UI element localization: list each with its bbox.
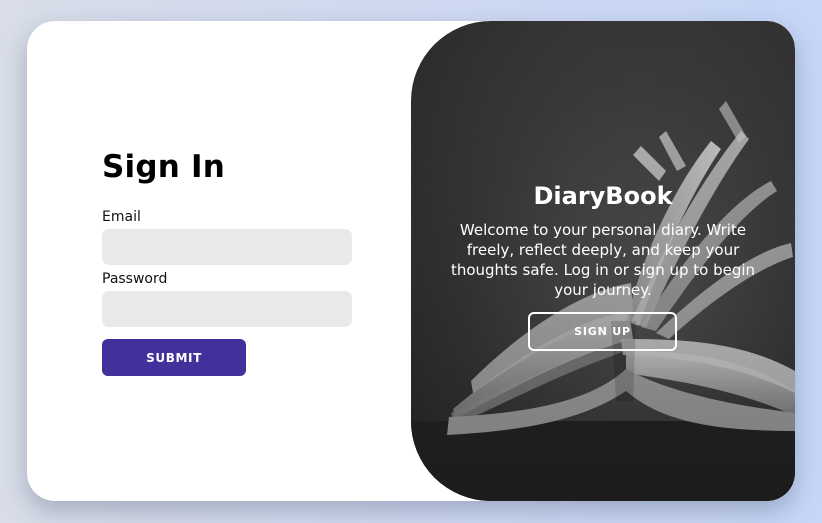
password-label: Password — [102, 271, 168, 287]
panel-content: DiaryBook Welcome to your personal diary… — [411, 21, 795, 501]
brand-title: DiaryBook — [533, 182, 673, 210]
signin-form: Sign In Email Password SUBMIT — [102, 21, 362, 501]
email-label: Email — [102, 209, 141, 225]
password-input[interactable] — [102, 291, 352, 327]
welcome-panel: DiaryBook Welcome to your personal diary… — [411, 21, 795, 501]
welcome-message: Welcome to your personal diary. Write fr… — [450, 221, 756, 299]
auth-card: Sign In Email Password SUBMIT DiaryBook … — [27, 21, 795, 501]
signin-title: Sign In — [102, 149, 226, 185]
signup-button[interactable]: SIGN UP — [528, 312, 677, 351]
submit-button[interactable]: SUBMIT — [102, 339, 246, 376]
email-input[interactable] — [102, 229, 352, 265]
